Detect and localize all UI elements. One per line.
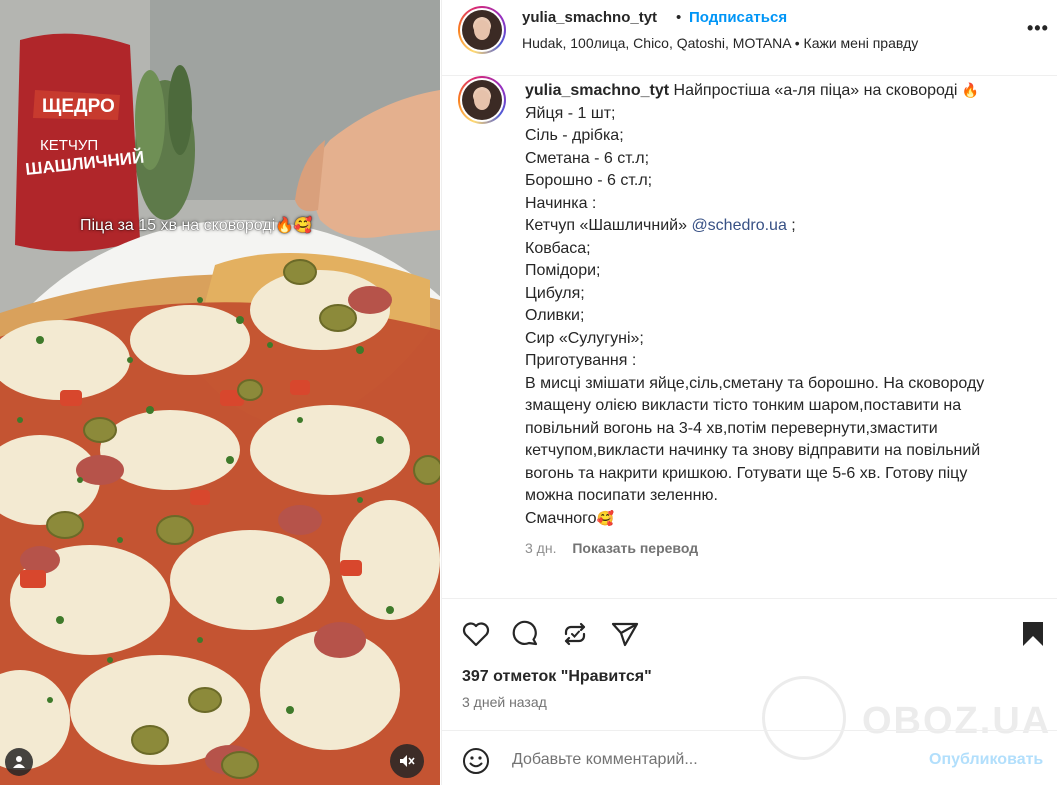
- comment-icon: [512, 620, 538, 646]
- caption-title-emoji: 🔥: [961, 83, 980, 99]
- caption-text: yulia_smachno_tyt Найпростіша «а-ля піца…: [525, 80, 1035, 530]
- preparation-heading: Приготування :: [525, 352, 637, 369]
- tagged-users-button[interactable]: [5, 748, 33, 776]
- caption-username[interactable]: yulia_smachno_tyt: [525, 82, 669, 99]
- pizza-photo: ЩЕДРО КЕТЧУП ШАШЛИЧНИЙ: [0, 0, 440, 785]
- ketchup-text: Кетчуп «Шашличний»: [525, 217, 687, 234]
- repost-button[interactable]: [560, 619, 590, 649]
- caption-author-avatar[interactable]: [458, 76, 506, 124]
- package-brand: ЩЕДРО: [42, 96, 115, 117]
- plant-decoration: [135, 65, 195, 220]
- package-product: КЕТЧУП: [40, 137, 98, 154]
- filling-line: Помідори;: [525, 262, 601, 279]
- post-media[interactable]: ЩЕДРО КЕТЧУП ШАШЛИЧНИЙ Піца за 15 хв на …: [0, 0, 440, 785]
- preparation-line: В мисці змішати яйце,сіль,сметану та бор…: [525, 374, 985, 392]
- video-overlay-emojis: 🔥🥰: [275, 216, 313, 234]
- ingredient-line: Борошно - 6 ст.л;: [525, 172, 653, 189]
- person-icon: [13, 756, 25, 768]
- video-overlay-text: Піца за 15 хв на сковороді: [80, 217, 276, 234]
- video-text-overlay: Піца за 15 хв на сковороді🔥🥰: [80, 216, 313, 235]
- emoji-picker-button[interactable]: [462, 747, 490, 780]
- caption-avatar-photo: [462, 80, 502, 120]
- preparation-line: вогонь та накрити кришкою. Готувати ще 5…: [525, 464, 968, 482]
- save-button[interactable]: [1018, 619, 1048, 649]
- filling-line: Оливки;: [525, 307, 585, 324]
- header-separator: •: [676, 9, 682, 26]
- mute-button[interactable]: [390, 744, 424, 778]
- closing-emoji: 🥰: [596, 510, 614, 527]
- ketchup-line: Кетчуп «Шашличний» @schedro.ua ;: [525, 215, 1035, 238]
- more-options-button[interactable]: •••: [1027, 18, 1049, 39]
- smiley-icon: [463, 748, 489, 774]
- likes-count[interactable]: 397 отметок "Нравится": [462, 668, 652, 686]
- post-details-panel: yulia_smachno_tyt • Подписаться Hudak, 1…: [441, 0, 1057, 785]
- post-date[interactable]: 3 дней назад: [462, 694, 547, 710]
- comment-button[interactable]: [510, 619, 540, 649]
- preparation-line: повільний вогонь на 3-4 хв,потім перевер…: [525, 419, 938, 437]
- follow-button[interactable]: Подписаться: [689, 9, 787, 26]
- brand-mention-link[interactable]: @schedro.ua: [691, 217, 786, 234]
- preparation-line: змащену олією викласти тісто тонким шаро…: [525, 397, 962, 414]
- caption-title: Найпростіша «а-ля піца» на сковороді: [673, 82, 958, 99]
- filling-line: Цибуля;: [525, 284, 585, 302]
- filling-line: Ковбаса;: [525, 239, 591, 257]
- like-button[interactable]: [461, 619, 491, 649]
- ingredient-line: Сметана - 6 ст.л;: [525, 149, 650, 167]
- comment-input[interactable]: [512, 748, 892, 772]
- author-username[interactable]: yulia_smachno_tyt: [522, 9, 657, 26]
- ingredient-line: Сіль - дрібка;: [525, 127, 624, 144]
- avatar-photo: [462, 10, 502, 50]
- post-actions-bar: [442, 598, 1057, 668]
- post-header: yulia_smachno_tyt • Подписаться Hudak, 1…: [442, 0, 1057, 76]
- repost-icon: [564, 622, 586, 646]
- filling-heading: Начинка :: [525, 194, 597, 212]
- caption-meta: 3 дн. Показать перевод: [525, 540, 698, 556]
- share-button[interactable]: [610, 619, 640, 649]
- publish-button[interactable]: Опубликовать: [929, 751, 1043, 769]
- heart-icon: [462, 622, 490, 647]
- audio-track-link[interactable]: Hudak, 100лица, Chico, Qatoshi, MOTANA •…: [522, 35, 918, 51]
- ketchup-suffix: ;: [791, 217, 796, 234]
- translate-button[interactable]: Показать перевод: [572, 540, 698, 556]
- preparation-line: кетчупом,викласти начинку та знову відпр…: [525, 442, 981, 459]
- ingredient-line: Яйця - 1 шт;: [525, 104, 616, 122]
- author-avatar[interactable]: [458, 6, 506, 54]
- filling-line: Сир «Сулугуні»;: [525, 329, 644, 347]
- send-icon: [611, 622, 639, 647]
- closing-text: Смачного: [525, 509, 597, 527]
- caption-time[interactable]: 3 дн.: [525, 540, 556, 556]
- speaker-muted-icon: [400, 755, 415, 767]
- comment-form: Опубликовать: [442, 730, 1057, 785]
- preparation-line: можна посипати зеленню.: [525, 487, 718, 504]
- bookmark-icon: [1023, 622, 1043, 646]
